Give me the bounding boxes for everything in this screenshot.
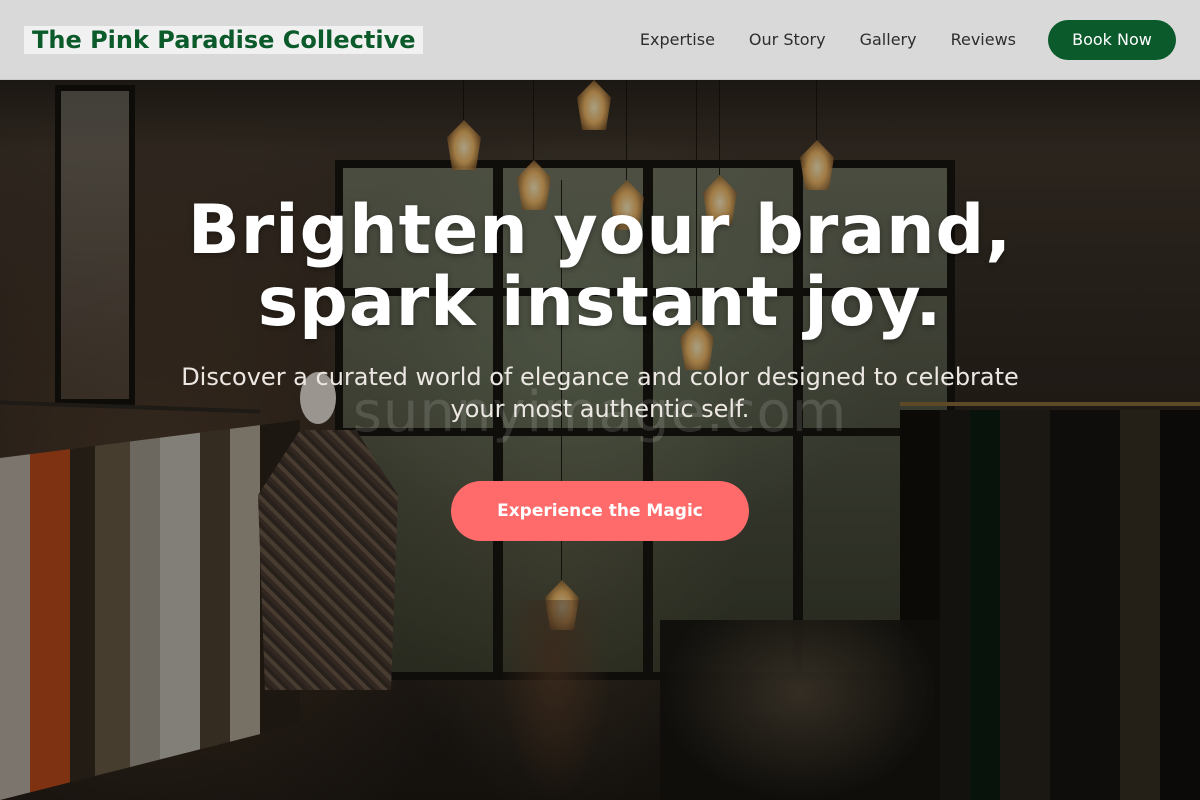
- main-nav: Expertise Our Story Gallery Reviews Book…: [640, 19, 1176, 60]
- site-header: The Pink Paradise Collective Expertise O…: [0, 0, 1200, 80]
- hero-headline: Brighten your brand, spark instant joy.: [187, 191, 1013, 342]
- hero-section: Brighten your brand, spark instant joy. …: [0, 195, 1200, 541]
- nav-link-gallery[interactable]: Gallery: [860, 30, 917, 49]
- nav-link-expertise[interactable]: Expertise: [640, 30, 715, 49]
- book-now-button[interactable]: Book Now: [1048, 19, 1176, 60]
- nav-link-reviews[interactable]: Reviews: [951, 30, 1016, 49]
- experience-magic-button[interactable]: Experience the Magic: [451, 481, 749, 541]
- site-logo[interactable]: The Pink Paradise Collective: [24, 25, 424, 54]
- nav-link-our-story[interactable]: Our Story: [749, 30, 826, 49]
- hero-subtitle: Discover a curated world of elegance and…: [181, 363, 1019, 423]
